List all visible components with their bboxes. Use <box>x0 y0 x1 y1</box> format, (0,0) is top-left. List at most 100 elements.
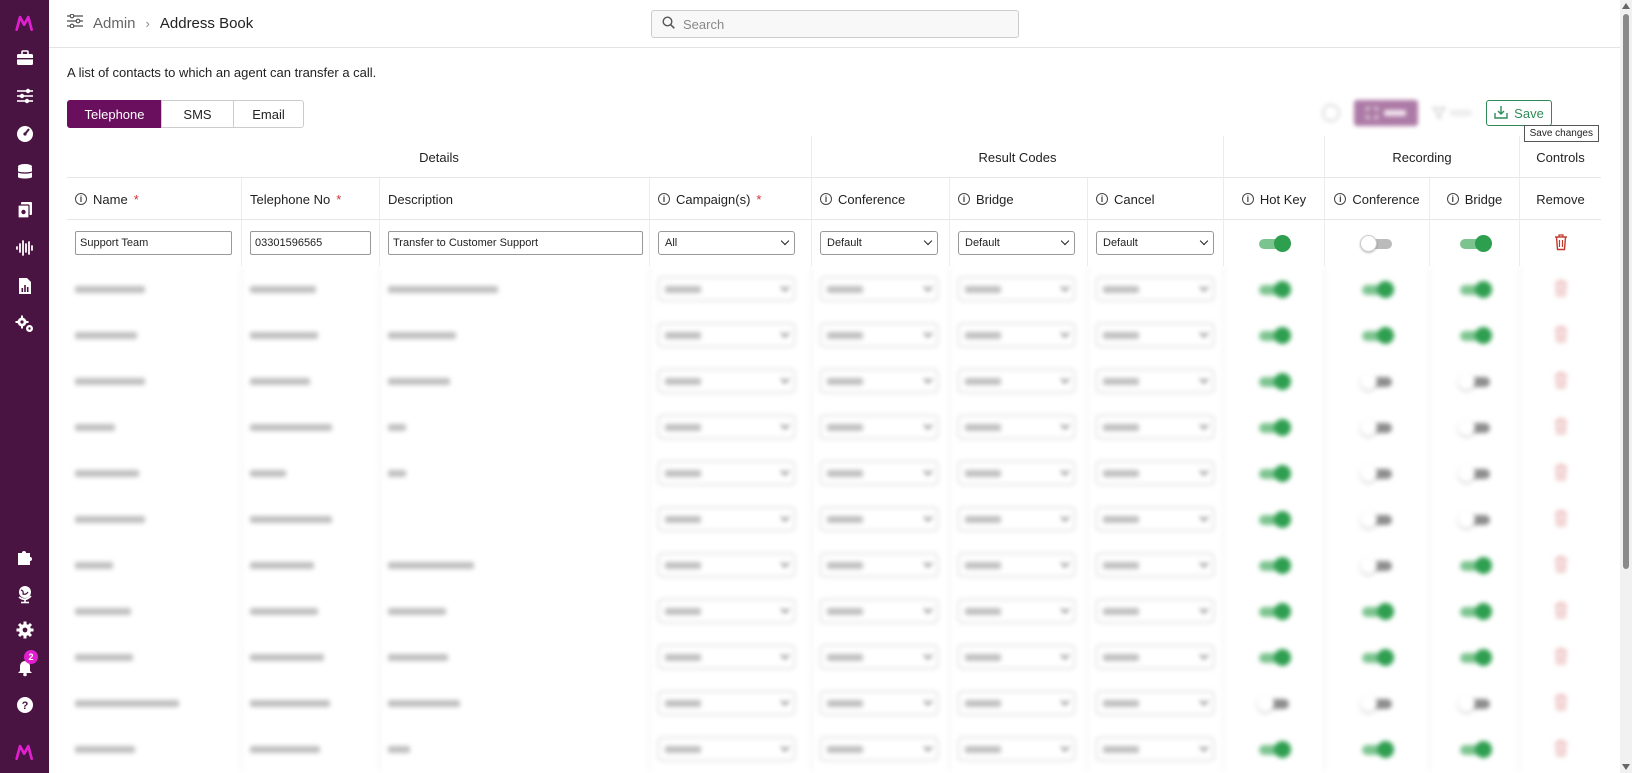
rec-bridge-toggle[interactable] <box>1458 602 1492 620</box>
trash-icon[interactable] <box>1553 693 1569 714</box>
bridge-select[interactable] <box>958 691 1075 715</box>
trash-icon[interactable] <box>1553 647 1569 668</box>
rec-bridge-toggle[interactable] <box>1458 326 1492 344</box>
menu-sliders-icon[interactable] <box>67 13 83 32</box>
hot-key-toggle[interactable] <box>1257 740 1291 758</box>
col-rec-bridge[interactable]: i Bridge <box>1429 178 1519 220</box>
col-telephone[interactable]: Telephone No * <box>241 178 379 220</box>
rec-bridge-toggle[interactable] <box>1458 556 1492 574</box>
col-conference[interactable]: i Conference <box>811 178 949 220</box>
hot-key-toggle[interactable] <box>1257 280 1291 298</box>
col-rec-conference[interactable]: i Conference <box>1324 178 1429 220</box>
cancel-select[interactable] <box>1096 461 1214 485</box>
scrollbar-thumb[interactable] <box>1623 14 1629 569</box>
info-icon[interactable]: i <box>1096 193 1108 205</box>
cancel-select[interactable] <box>1096 507 1214 531</box>
info-icon[interactable]: i <box>75 193 87 205</box>
sliders-icon[interactable] <box>0 79 49 113</box>
conference-select[interactable] <box>820 645 938 669</box>
col-description[interactable]: Description <box>379 178 649 220</box>
campaign-select[interactable] <box>658 645 795 669</box>
rec-conference-toggle[interactable] <box>1360 280 1394 298</box>
cancel-select[interactable] <box>1096 737 1214 761</box>
rec-bridge-toggle[interactable] <box>1457 464 1492 482</box>
info-icon[interactable]: i <box>1446 193 1459 205</box>
cancel-select[interactable]: Default <box>1096 231 1214 255</box>
conference-select[interactable] <box>820 737 938 761</box>
rec-bridge-toggle[interactable] <box>1457 418 1492 436</box>
campaign-select[interactable] <box>658 461 795 485</box>
rec-conference-toggle[interactable] <box>1360 694 1394 712</box>
trash-icon[interactable] <box>1553 555 1569 576</box>
cancel-select[interactable] <box>1096 691 1214 715</box>
col-name[interactable]: i Name * <box>67 178 241 220</box>
search-input[interactable] <box>683 16 1003 32</box>
briefcase-icon[interactable] <box>0 41 49 75</box>
conference-select[interactable] <box>820 553 938 577</box>
dashboard-icon[interactable] <box>0 117 49 151</box>
info-icon[interactable]: i <box>1334 193 1347 205</box>
hot-key-toggle[interactable] <box>1257 510 1291 528</box>
bridge-select[interactable] <box>958 553 1075 577</box>
info-icon[interactable]: i <box>958 193 970 205</box>
conference-select[interactable] <box>820 691 938 715</box>
rec-bridge-toggle[interactable] <box>1457 372 1492 390</box>
hot-key-toggle[interactable] <box>1257 234 1291 252</box>
rec-conference-toggle[interactable] <box>1360 234 1394 252</box>
campaign-select[interactable] <box>658 323 795 347</box>
campaign-select[interactable] <box>658 599 795 623</box>
hot-key-toggle[interactable] <box>1257 326 1291 344</box>
search-box[interactable] <box>651 10 1019 38</box>
save-button[interactable]: Save <box>1486 100 1552 126</box>
rec-conference-toggle[interactable] <box>1360 740 1394 758</box>
page-scrollbar[interactable] <box>1620 0 1632 773</box>
rec-bridge-toggle[interactable] <box>1457 694 1492 712</box>
hot-key-toggle[interactable] <box>1257 648 1291 666</box>
brand-logo[interactable] <box>0 6 49 40</box>
rec-conference-toggle[interactable] <box>1360 510 1394 528</box>
telephone-field[interactable] <box>250 231 371 255</box>
bridge-select[interactable] <box>958 415 1075 439</box>
rec-conference-toggle[interactable] <box>1360 556 1394 574</box>
cancel-select[interactable] <box>1096 415 1214 439</box>
rec-bridge-toggle[interactable] <box>1457 510 1492 528</box>
campaign-select[interactable] <box>658 737 795 761</box>
conference-select[interactable] <box>820 599 938 623</box>
rec-conference-toggle[interactable] <box>1360 372 1394 390</box>
trash-icon[interactable] <box>1553 601 1569 622</box>
campaign-select[interactable]: All <box>658 231 795 255</box>
conference-select[interactable] <box>820 461 938 485</box>
campaign-select[interactable] <box>658 553 795 577</box>
bell-icon[interactable]: 2 <box>0 650 49 684</box>
trash-icon[interactable] <box>1553 739 1569 760</box>
cogs-icon[interactable] <box>0 307 49 341</box>
tab-sms[interactable]: SMS <box>161 100 234 128</box>
rec-conference-toggle[interactable] <box>1360 418 1394 436</box>
rec-bridge-toggle[interactable] <box>1458 740 1492 758</box>
conference-select[interactable] <box>820 507 938 531</box>
description-field[interactable] <box>388 231 643 255</box>
trash-icon[interactable] <box>1553 279 1569 300</box>
help-icon[interactable]: ? <box>0 688 49 722</box>
hot-key-toggle[interactable] <box>1257 464 1291 482</box>
name-field[interactable] <box>75 231 232 255</box>
campaign-select[interactable] <box>658 691 795 715</box>
rec-conference-toggle[interactable] <box>1360 648 1394 666</box>
bridge-select[interactable] <box>958 599 1075 623</box>
waveform-icon[interactable] <box>0 231 49 265</box>
trash-icon[interactable] <box>1553 417 1569 438</box>
cancel-select[interactable] <box>1096 645 1214 669</box>
cancel-select[interactable] <box>1096 553 1214 577</box>
hot-key-toggle[interactable] <box>1257 602 1291 620</box>
breadcrumb-admin[interactable]: Admin <box>93 15 136 32</box>
globe-icon[interactable] <box>0 577 49 611</box>
trash-icon[interactable] <box>1553 463 1569 484</box>
conference-select[interactable] <box>820 277 938 301</box>
rec-bridge-toggle[interactable] <box>1458 648 1492 666</box>
conference-select[interactable] <box>820 323 938 347</box>
rec-bridge-toggle[interactable] <box>1458 234 1492 252</box>
info-icon[interactable]: i <box>1241 193 1254 205</box>
trash-icon[interactable] <box>1553 325 1569 346</box>
campaign-select[interactable] <box>658 507 795 531</box>
hot-key-toggle[interactable] <box>1257 694 1291 712</box>
